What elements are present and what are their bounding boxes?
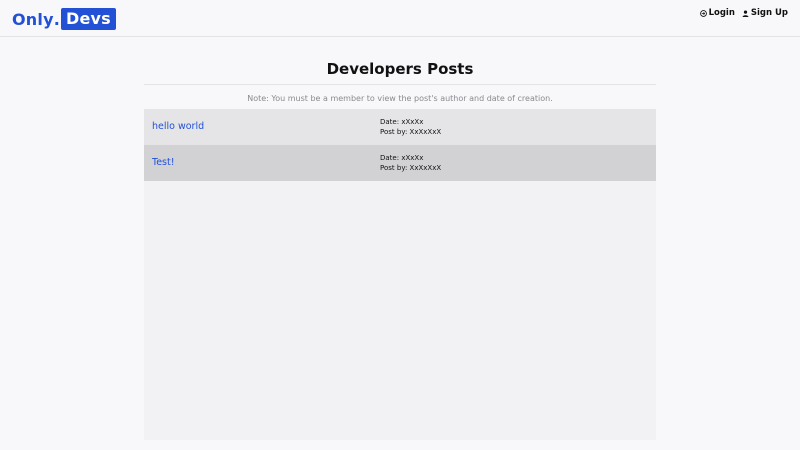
site-logo[interactable]: Only. Devs: [12, 8, 116, 30]
post-meta: Date: xXxXx Post by: XxXxXxX: [380, 117, 441, 137]
post-row: Test! Date: xXxXx Post by: XxXxXxX: [144, 145, 656, 181]
posts-list: hello world Date: xXxXx Post by: XxXxXxX…: [144, 109, 656, 440]
post-date: Date: xXxXx: [380, 154, 424, 162]
login-label: Login: [708, 8, 735, 18]
post-row: hello world Date: xXxXx Post by: XxXxXxX: [144, 109, 656, 145]
header-nav: Login Sign Up: [699, 6, 788, 20]
title-divider: [144, 84, 656, 85]
signup-link[interactable]: Sign Up: [742, 8, 788, 18]
user-icon: [742, 9, 749, 17]
post-title-link[interactable]: Test!: [152, 157, 175, 168]
post-meta: Date: xXxXx Post by: XxXxXxX: [380, 153, 441, 173]
signup-label: Sign Up: [750, 8, 788, 18]
page-title: Developers Posts: [326, 60, 474, 78]
post-date: Date: xXxXx: [380, 118, 424, 126]
member-note: Note: You must be a member to view the p…: [247, 94, 553, 103]
login-icon: [699, 9, 707, 17]
top-header: Only. Devs Login Sign Up: [0, 0, 800, 37]
logo-text-only: Only: [12, 9, 54, 29]
logo-dot: .: [53, 9, 60, 29]
login-link[interactable]: Login: [699, 8, 735, 18]
logo-text-devs: Devs: [61, 8, 116, 30]
post-author: Post by: XxXxXxX: [380, 128, 442, 136]
post-author: Post by: XxXxXxX: [380, 164, 442, 172]
main-content: Developers Posts Note: You must be a mem…: [144, 37, 656, 440]
post-title-link[interactable]: hello world: [152, 121, 204, 132]
